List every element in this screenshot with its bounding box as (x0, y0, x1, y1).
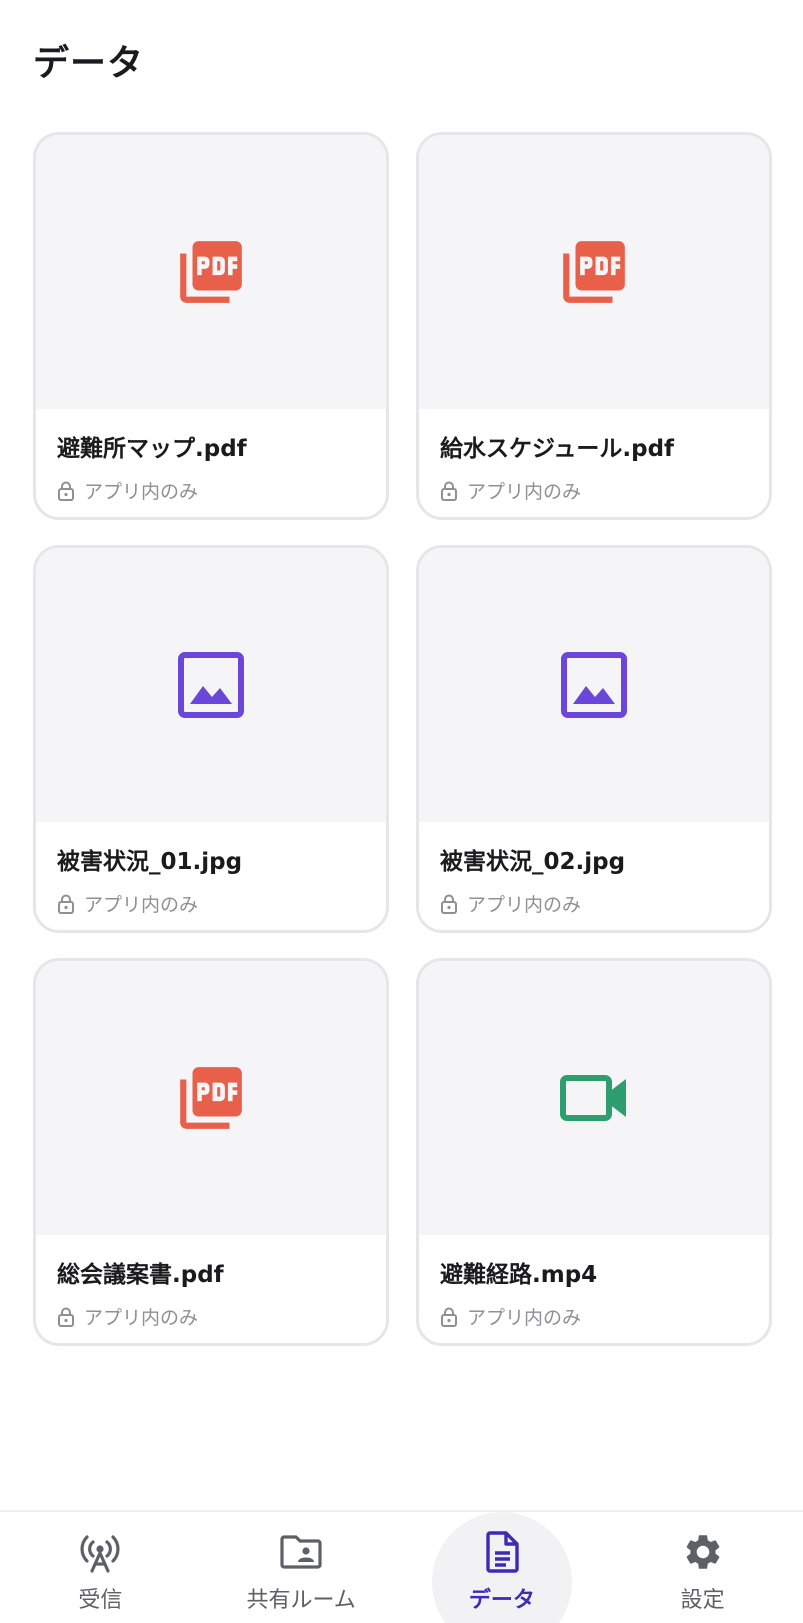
access-label: アプリ内のみ (467, 481, 582, 503)
file-thumbnail (419, 135, 769, 409)
file-name: 被害状況_02.jpg (440, 849, 626, 875)
file-thumbnail (419, 548, 769, 822)
nav-item-settings[interactable]: 設定 (602, 1512, 803, 1623)
image-icon (561, 652, 627, 718)
document-icon (486, 1531, 519, 1573)
file-card[interactable]: 被害状況_01.jpg アプリ内のみ (33, 545, 389, 933)
file-card[interactable]: 総会議案書.pdf アプリ内のみ (33, 958, 389, 1346)
file-card[interactable]: 避難所マップ.pdf アプリ内のみ (33, 132, 389, 520)
image-icon (178, 652, 244, 718)
file-thumbnail (36, 961, 386, 1235)
access-status: アプリ内のみ (57, 1303, 386, 1330)
file-card[interactable]: 給水スケジュール.pdf アプリ内のみ (416, 132, 772, 520)
access-status: アプリ内のみ (57, 890, 386, 917)
access-label: アプリ内のみ (467, 1307, 582, 1329)
gear-icon (686, 1535, 719, 1569)
file-name: 避難経路.mp4 (440, 1262, 598, 1288)
file-grid: 避難所マップ.pdf アプリ内のみ 給水スケジュール.pdf アプリ内のみ 被害… (33, 132, 772, 1346)
nav-label: 共有ルーム (246, 1588, 356, 1613)
file-name: 被害状況_01.jpg (57, 849, 243, 875)
access-status: アプリ内のみ (440, 477, 769, 504)
nav-label: 受信 (78, 1588, 123, 1613)
nav-label: データ (468, 1588, 535, 1613)
lock-icon (58, 894, 74, 914)
data-screen: データ 避難所マップ.pdf アプリ内のみ 給水スケジュール.pdf アプリ内の… (0, 0, 803, 1623)
nav-label: 設定 (680, 1588, 725, 1613)
access-status: アプリ内のみ (440, 890, 769, 917)
nav-item-data[interactable]: データ (402, 1512, 603, 1623)
file-thumbnail (36, 548, 386, 822)
file-thumbnail (36, 135, 386, 409)
file-thumbnail (419, 961, 769, 1235)
lock-icon (58, 481, 74, 501)
pdf-icon (180, 241, 242, 303)
lock-icon (441, 894, 457, 914)
file-name: 給水スケジュール.pdf (440, 436, 675, 462)
access-status: アプリ内のみ (57, 477, 386, 504)
file-name: 避難所マップ.pdf (57, 436, 247, 462)
video-icon (560, 1075, 626, 1121)
access-status: アプリ内のみ (440, 1303, 769, 1330)
pdf-icon (563, 241, 625, 303)
access-label: アプリ内のみ (84, 481, 199, 503)
file-card[interactable]: 避難経路.mp4 アプリ内のみ (416, 958, 772, 1346)
lock-icon (441, 481, 457, 501)
page-title: データ (33, 43, 145, 84)
nav-item-shared-room[interactable]: 共有ルーム (201, 1512, 402, 1623)
lock-icon (58, 1307, 74, 1327)
nav-item-receive[interactable]: 受信 (0, 1512, 201, 1623)
access-label: アプリ内のみ (467, 894, 582, 916)
antenna-icon (80, 1535, 120, 1573)
access-label: アプリ内のみ (84, 1307, 199, 1329)
access-label: アプリ内のみ (84, 894, 199, 916)
bottom-navigation: 受信 共有ルーム データ 設定 (0, 1510, 803, 1623)
shared-folder-icon (280, 1535, 322, 1569)
file-name: 総会議案書.pdf (57, 1262, 224, 1288)
pdf-icon (180, 1067, 242, 1129)
lock-icon (441, 1307, 457, 1327)
file-card[interactable]: 被害状況_02.jpg アプリ内のみ (416, 545, 772, 933)
